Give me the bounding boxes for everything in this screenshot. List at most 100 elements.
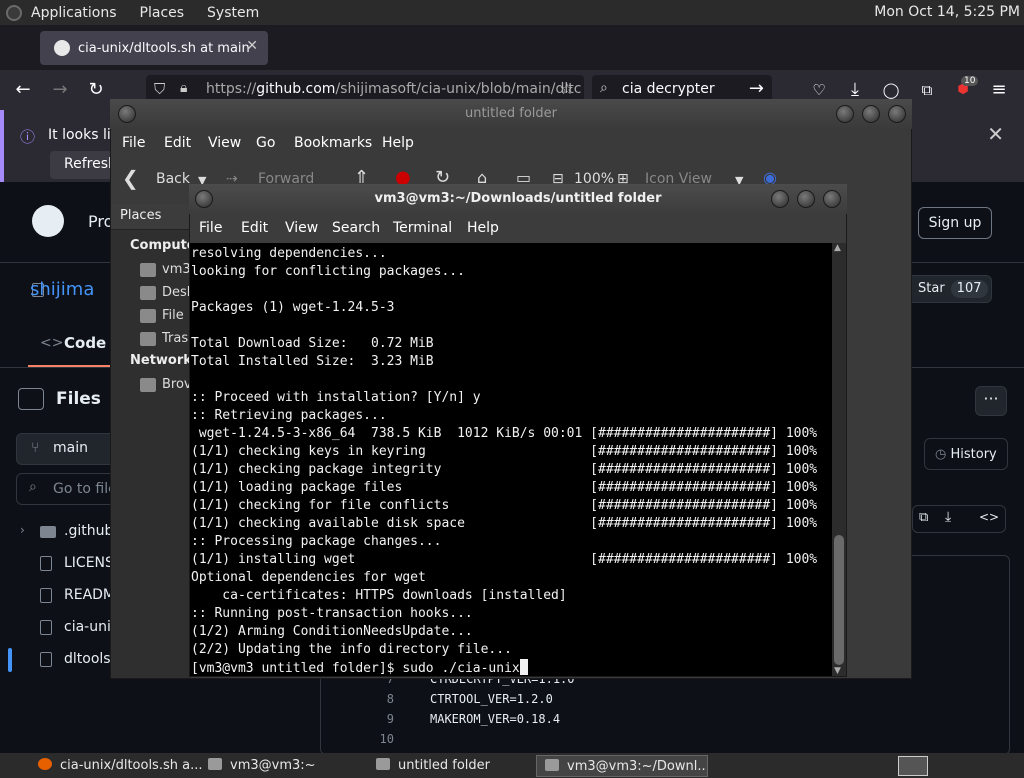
history-button[interactable]: ◷ History [924, 438, 1008, 470]
terminal-icon [208, 758, 222, 770]
firefox-icon [38, 758, 52, 770]
terminal-line: (1/1) checking keys in keyring [########… [191, 444, 818, 459]
back-button[interactable]: Back [156, 171, 190, 187]
minimize-button[interactable] [771, 190, 789, 208]
terminal-line: Optional dependencies for wget [191, 570, 426, 585]
menu-view[interactable]: View [285, 220, 318, 236]
menu-file[interactable]: File [199, 220, 222, 236]
branch-icon: ⑂ [31, 440, 40, 456]
minimize-button[interactable] [836, 105, 854, 123]
maximize-button[interactable] [862, 105, 880, 123]
terminal-line: :: Retrieving packages... [191, 408, 387, 423]
terminal-icon [545, 759, 559, 771]
system-menu[interactable]: System [207, 5, 259, 21]
extensions-icon[interactable]: ⧉ [916, 79, 938, 101]
terminal-scroll-thumb[interactable] [834, 535, 844, 665]
back-arrow-icon[interactable]: ← [12, 79, 34, 101]
menu-terminal[interactable]: Terminal [393, 220, 452, 236]
account-icon[interactable]: ◯ [880, 79, 902, 101]
places-item-trash[interactable]: Tras [162, 331, 188, 346]
back-arrow-icon[interactable]: ❮ [122, 166, 139, 190]
menu-file[interactable]: File [122, 135, 145, 151]
workspace-switcher[interactable] [898, 756, 928, 776]
star-button[interactable]: Star 107 [900, 275, 992, 303]
history-icon: ◷ [935, 447, 947, 462]
terminal-titlebar[interactable]: vm3@vm3:~/Downloads/untitled folder [189, 184, 847, 214]
file-icon [40, 556, 52, 571]
menu-edit[interactable]: Edit [241, 220, 268, 236]
reload-icon[interactable]: ↻ [85, 79, 107, 101]
clock[interactable]: Mon Oct 14, 5:25 PM [874, 4, 1020, 20]
menu-go[interactable]: Go [256, 135, 275, 151]
sidebar-toggle-icon[interactable] [18, 388, 44, 410]
task-label: vm3@vm3:~/Downl... [567, 759, 708, 774]
places-header[interactable]: Places [111, 204, 191, 230]
close-button[interactable] [823, 190, 841, 208]
terminal-screen[interactable]: resolving dependencies... looking for con… [190, 243, 832, 676]
github-favicon-icon [54, 40, 70, 56]
chevron-right-icon[interactable]: › [20, 523, 25, 537]
window-menu-button[interactable] [118, 105, 136, 123]
distro-logo-icon[interactable] [6, 4, 22, 21]
close-button[interactable] [888, 105, 906, 123]
places-menu[interactable]: Places [140, 5, 185, 21]
applications-menu[interactable]: Applications [31, 5, 117, 21]
search-text: cia decrypter [622, 81, 715, 97]
file-manager-titlebar[interactable]: untitled folder [110, 99, 912, 129]
window-menu-button[interactable] [195, 190, 213, 208]
tree-item-readme[interactable]: READM [64, 587, 115, 603]
lock-icon[interactable]: 🔒︎ [180, 80, 187, 96]
browser-tab[interactable]: cia-unix/dltools.sh at main ✕ [40, 31, 268, 65]
terminal-line: :: Proceed with installation? [Y/n] y [191, 390, 481, 405]
scroll-down-icon[interactable]: ▼ [834, 666, 841, 676]
task-firefox[interactable]: cia-unix/dltools.sh a... [30, 755, 202, 777]
tree-item-license[interactable]: LICENS [64, 555, 114, 571]
branch-name: main [53, 440, 88, 456]
task-terminal-home[interactable]: vm3@vm3:~ [200, 755, 370, 777]
tab-close-icon[interactable]: ✕ [246, 38, 258, 54]
code-view-icon[interactable]: <> [979, 510, 999, 524]
history-label: History [950, 447, 997, 462]
scroll-up-icon[interactable]: ▲ [834, 243, 841, 253]
copy-icon[interactable]: ⧉ [919, 510, 928, 525]
sign-up-button[interactable]: Sign up [918, 207, 992, 239]
tab-code[interactable]: Code [64, 334, 106, 352]
terminal-prompt-line[interactable]: [vm3@vm3 untitled folder]$ sudo ./cia-un… [191, 659, 817, 676]
terminal-line: (1/2) Arming ConditionNeedsUpdate... [191, 624, 473, 639]
places-item-filesystem[interactable]: File [162, 308, 184, 323]
terminal-line: (1/1) checking for file conflicts [#####… [191, 498, 818, 513]
task-file-manager[interactable]: untitled folder [368, 755, 538, 777]
menu-edit[interactable]: Edit [164, 135, 191, 151]
github-logo-icon[interactable] [32, 205, 64, 237]
bookmark-star-icon[interactable]: ☆ [560, 79, 574, 98]
forward-arrow-icon[interactable]: → [49, 79, 71, 101]
tree-item-github[interactable]: .github [64, 523, 113, 539]
maximize-button[interactable] [797, 190, 815, 208]
terminal-line: wget-1.24.5-3-x86_64 738.5 KiB 1012 KiB/… [191, 426, 818, 441]
task-terminal-downloads[interactable]: vm3@vm3:~/Downl... [536, 755, 708, 777]
terminal-menubar: File Edit View Search Terminal Help [190, 214, 846, 242]
shield-icon[interactable]: ⛉ [154, 80, 165, 98]
menu-bookmarks[interactable]: Bookmarks [294, 135, 372, 151]
download-icon[interactable]: ⤓ [945, 509, 951, 525]
hamburger-menu-icon[interactable]: ≡ [988, 79, 1010, 101]
menu-help[interactable]: Help [467, 220, 499, 236]
repo-owner-link[interactable]: shijima [30, 279, 94, 300]
file-actions-group: ⧉ ⤓ <> [912, 505, 1006, 533]
pocket-icon[interactable]: ♡ [808, 79, 830, 101]
menu-search[interactable]: Search [332, 220, 380, 236]
terminal-line: (1/1) installing wget [#################… [191, 552, 818, 567]
menu-view[interactable]: View [208, 135, 241, 151]
desktop-icon [140, 286, 156, 300]
downloads-icon[interactable]: ⤓ [844, 79, 866, 101]
menu-help[interactable]: Help [382, 135, 414, 151]
places-item-browse-network[interactable]: Brov [162, 377, 192, 392]
places-item-home[interactable]: vm3 [162, 262, 191, 277]
more-options-button[interactable]: ··· [975, 386, 1007, 416]
code-icon: <> [40, 335, 64, 351]
tab-title: cia-unix/dltools.sh at main [78, 40, 250, 56]
go-arrow-icon[interactable]: → [749, 78, 764, 99]
close-notification-icon[interactable]: ✕ [987, 122, 1004, 146]
terminal-line: (1/1) checking package integrity [######… [191, 462, 818, 477]
